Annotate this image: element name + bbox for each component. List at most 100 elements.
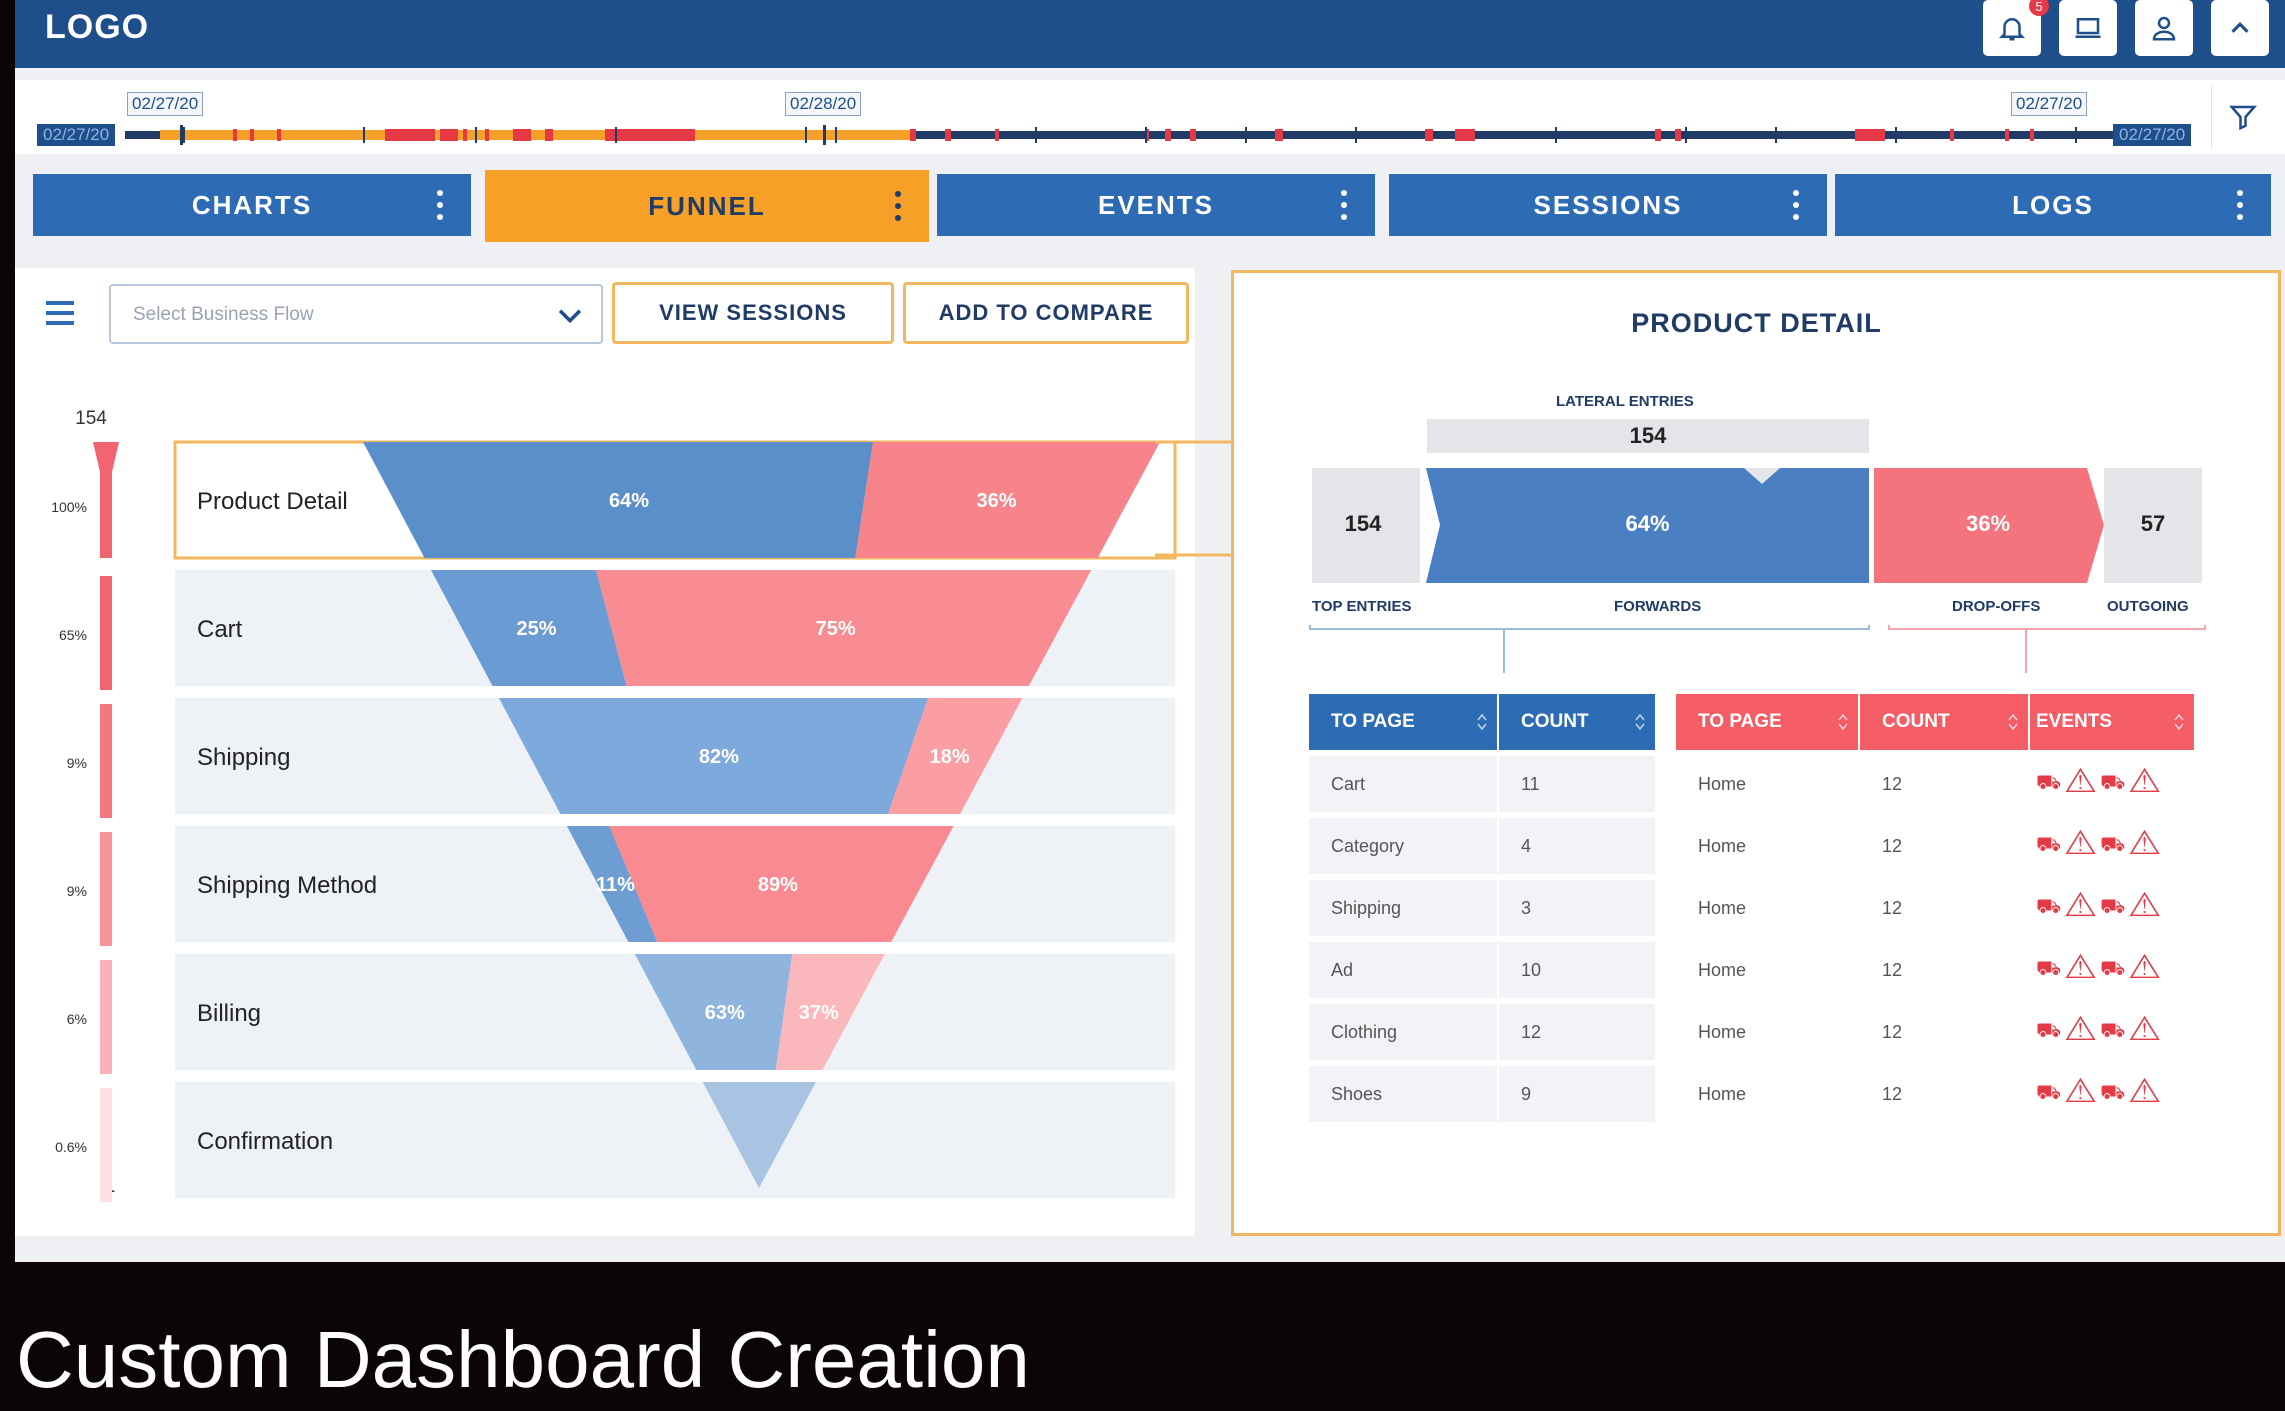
- tab-charts[interactable]: CHARTS: [33, 174, 471, 236]
- timeline-event-mark[interactable]: [250, 129, 254, 141]
- cell-to-page: Shoes: [1309, 1066, 1499, 1122]
- table-row[interactable]: Ad 10: [1309, 942, 1657, 998]
- timeline-event-mark[interactable]: [1455, 129, 1475, 141]
- timeline-event-mark[interactable]: [995, 129, 999, 141]
- cart-icon[interactable]: ⛟: [2036, 1082, 2065, 1104]
- warning-icon[interactable]: ⚠: [2129, 834, 2164, 856]
- timeline-event-mark[interactable]: [2005, 129, 2009, 141]
- session-timeline[interactable]: 02/27/20 02/28/20 02/27/20 02/27/20 02/2…: [15, 80, 2285, 154]
- table-row[interactable]: Shipping 3: [1309, 880, 1657, 936]
- kebab-icon[interactable]: [1341, 190, 1347, 220]
- table-row[interactable]: Home 12 ⛟⚠⛟⚠: [1676, 1066, 2196, 1122]
- warning-icon[interactable]: ⚠: [2129, 1020, 2164, 1042]
- tab-events[interactable]: EVENTS: [937, 174, 1375, 236]
- timeline-handle[interactable]: [180, 125, 183, 145]
- cart-icon[interactable]: ⛟: [2100, 1020, 2129, 1042]
- tab-label: SESSIONS: [1533, 189, 1683, 220]
- timeline-event-mark[interactable]: [485, 129, 489, 141]
- tab-sessions[interactable]: SESSIONS: [1389, 174, 1827, 236]
- column-header-count[interactable]: COUNT: [1499, 694, 1657, 750]
- tab-logs[interactable]: LOGS: [1835, 174, 2271, 236]
- warning-icon[interactable]: ⚠: [2065, 958, 2100, 980]
- table-row[interactable]: Clothing 12: [1309, 1004, 1657, 1060]
- timeline-marker[interactable]: 02/27/20: [127, 92, 204, 116]
- timeline-event-mark[interactable]: [440, 129, 458, 141]
- timeline-marker[interactable]: 02/27/20: [2011, 92, 2088, 116]
- warning-icon[interactable]: ⚠: [2129, 772, 2164, 794]
- table-row[interactable]: Home 12 ⛟⚠⛟⚠: [1676, 756, 2196, 812]
- profile-button[interactable]: [2135, 0, 2193, 56]
- cart-icon[interactable]: ⛟: [2036, 958, 2065, 980]
- scale-label: 9%: [67, 883, 87, 899]
- cart-icon[interactable]: ⛟: [2036, 834, 2065, 856]
- funnel-drop-pct: 37%: [799, 1002, 839, 1024]
- laptop-icon: [2075, 18, 2101, 38]
- timeline-tick: [1685, 127, 1687, 143]
- collapse-button[interactable]: [2211, 0, 2269, 56]
- cart-icon[interactable]: ⛟: [2100, 958, 2129, 980]
- tab-funnel[interactable]: FUNNEL: [485, 170, 929, 242]
- kebab-icon[interactable]: [2237, 190, 2243, 220]
- timeline-event-mark[interactable]: [1425, 129, 1433, 141]
- timeline-event-mark[interactable]: [513, 129, 531, 141]
- cart-icon[interactable]: ⛟: [2036, 772, 2065, 794]
- timeline-handle[interactable]: [823, 125, 826, 145]
- kebab-icon[interactable]: [1793, 190, 1799, 220]
- timeline-marker[interactable]: 02/28/20: [785, 92, 862, 116]
- cart-icon[interactable]: ⛟: [2100, 834, 2129, 856]
- filter-button[interactable]: [2211, 86, 2273, 148]
- kebab-icon[interactable]: [895, 191, 901, 221]
- cart-icon[interactable]: ⛟: [2100, 896, 2129, 918]
- notifications-button[interactable]: 5: [1983, 0, 2049, 56]
- cart-icon[interactable]: ⛟: [2100, 1082, 2129, 1104]
- table-row[interactable]: Home 12 ⛟⚠⛟⚠: [1676, 942, 2196, 998]
- table-row[interactable]: Home 12 ⛟⚠⛟⚠: [1676, 880, 2196, 936]
- table-row[interactable]: Home 12 ⛟⚠⛟⚠: [1676, 818, 2196, 874]
- cell-to-page: Home: [1676, 880, 1860, 936]
- cart-icon[interactable]: ⛟: [2036, 1020, 2065, 1042]
- timeline-event-mark[interactable]: [1950, 129, 1954, 141]
- warning-icon[interactable]: ⚠: [2065, 1020, 2100, 1042]
- timeline-event-mark[interactable]: [2030, 129, 2034, 141]
- table-row[interactable]: Cart 11: [1309, 756, 1657, 812]
- devices-button[interactable]: [2059, 0, 2117, 56]
- timeline-event-mark[interactable]: [1275, 129, 1283, 141]
- timeline-event-mark[interactable]: [277, 129, 281, 141]
- timeline-event-mark[interactable]: [545, 129, 553, 141]
- timeline-tick: [1145, 127, 1147, 143]
- timeline-event-mark[interactable]: [463, 129, 467, 141]
- warning-icon[interactable]: ⚠: [2065, 834, 2100, 856]
- column-header-to-page[interactable]: TO PAGE: [1676, 694, 1860, 750]
- column-header-count[interactable]: COUNT: [1860, 694, 2030, 750]
- timeline-event-mark[interactable]: [1655, 129, 1661, 141]
- cart-icon[interactable]: ⛟: [2100, 772, 2129, 794]
- timeline-event-mark[interactable]: [233, 129, 237, 141]
- cell-to-page: Home: [1676, 942, 1860, 998]
- cart-icon[interactable]: ⛟: [2036, 896, 2065, 918]
- warning-icon[interactable]: ⚠: [2065, 1082, 2100, 1104]
- timeline-track[interactable]: [15, 80, 2205, 154]
- timeline-event-mark[interactable]: [1165, 129, 1171, 141]
- warning-icon[interactable]: ⚠: [2129, 1082, 2164, 1104]
- warning-icon[interactable]: ⚠: [2129, 958, 2164, 980]
- column-header-to-page[interactable]: TO PAGE: [1309, 694, 1499, 750]
- column-header-events[interactable]: EVENTS: [2030, 694, 2196, 750]
- timeline-event-mark[interactable]: [910, 129, 916, 141]
- warning-icon[interactable]: ⚠: [2065, 896, 2100, 918]
- funnel-forward-pct: 25%: [517, 618, 557, 640]
- timeline-event-mark[interactable]: [605, 129, 695, 141]
- timeline-event-mark[interactable]: [1855, 129, 1885, 141]
- table-row[interactable]: Shoes 9: [1309, 1066, 1657, 1122]
- scale-bar: [100, 704, 112, 818]
- table-row[interactable]: Category 4: [1309, 818, 1657, 874]
- timeline-event-mark[interactable]: [945, 129, 951, 141]
- kebab-icon[interactable]: [437, 190, 443, 220]
- timeline-event-mark[interactable]: [385, 129, 435, 141]
- cell-events: ⛟⚠⛟⚠: [2030, 880, 2196, 936]
- timeline-event-mark[interactable]: [1675, 129, 1681, 141]
- table-row[interactable]: Home 12 ⛟⚠⛟⚠: [1676, 1004, 2196, 1060]
- timeline-event-mark[interactable]: [1190, 129, 1196, 141]
- notification-badge: 5: [2029, 0, 2049, 16]
- warning-icon[interactable]: ⚠: [2065, 772, 2100, 794]
- warning-icon[interactable]: ⚠: [2129, 896, 2164, 918]
